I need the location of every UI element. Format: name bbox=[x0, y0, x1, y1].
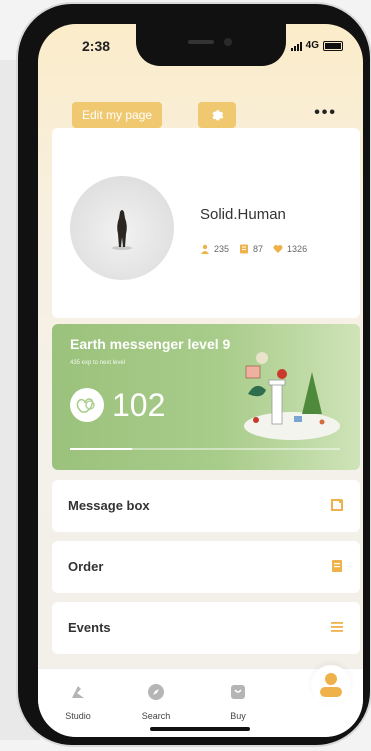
more-menu-button[interactable]: ••• bbox=[314, 104, 337, 122]
status-time: 2:38 bbox=[82, 38, 111, 54]
tab-label: Buy bbox=[230, 711, 246, 721]
notch bbox=[136, 24, 286, 66]
signal-icon bbox=[290, 41, 302, 51]
list-icon bbox=[331, 622, 343, 632]
compass-icon bbox=[148, 684, 164, 700]
posts-stat[interactable]: 87 bbox=[239, 244, 263, 254]
posts-count: 87 bbox=[253, 244, 264, 254]
gear-icon bbox=[212, 110, 224, 121]
camera bbox=[224, 38, 232, 46]
studio-icon bbox=[72, 686, 84, 698]
home-indicator bbox=[150, 727, 250, 731]
phone-frame: 2:38 4G Edit my page ••• Solid.Human 235… bbox=[18, 4, 370, 745]
followers-count: 235 bbox=[214, 244, 230, 254]
order-icon bbox=[332, 560, 342, 572]
tab-bar: Studio Search Buy bbox=[38, 665, 363, 737]
speaker bbox=[188, 40, 214, 44]
network-label: 4G bbox=[305, 40, 319, 51]
edit-my-page-button[interactable]: Edit my page bbox=[72, 102, 163, 128]
person-icon bbox=[320, 673, 342, 697]
level-progress-fill bbox=[70, 448, 133, 450]
person-figure-image bbox=[112, 210, 132, 250]
likes-count: 1326 bbox=[287, 244, 308, 254]
person-icon bbox=[201, 244, 209, 254]
followers-stat[interactable]: 235 bbox=[200, 244, 229, 254]
menu-item-label: Order bbox=[68, 559, 104, 574]
profile-card: Solid.Human 235 87 1326 bbox=[52, 128, 360, 318]
level-score: 102 bbox=[112, 387, 166, 423]
status-icons: 4G bbox=[290, 40, 343, 51]
message-icon bbox=[331, 499, 343, 511]
profile-stats: 235 87 1326 bbox=[200, 244, 307, 254]
level-progress-bar bbox=[70, 448, 340, 450]
heart-icon bbox=[273, 245, 283, 253]
battery-icon bbox=[323, 40, 343, 51]
phone-screen: 2:38 4G Edit my page ••• Solid.Human 235… bbox=[38, 24, 363, 737]
likes-stat[interactable]: 1326 bbox=[273, 244, 307, 254]
username: Solid.Human bbox=[200, 206, 286, 223]
menu-item-label: Message box bbox=[68, 498, 150, 513]
tab-studio[interactable]: Studio bbox=[48, 683, 108, 721]
tab-search[interactable]: Search bbox=[126, 683, 186, 721]
tab-label: Search bbox=[141, 711, 171, 721]
menu-item-events[interactable]: Events bbox=[52, 602, 360, 654]
book-icon bbox=[240, 244, 249, 254]
level-title: Earth messenger level 9 bbox=[70, 336, 231, 352]
tab-buy[interactable]: Buy bbox=[208, 683, 268, 721]
menu-item-order[interactable]: Order bbox=[52, 541, 360, 593]
garden-illustration bbox=[232, 344, 342, 444]
menu-item-message-box[interactable]: Message box bbox=[52, 480, 360, 532]
level-card[interactable]: Earth messenger level 9 435 exp to next … bbox=[52, 324, 360, 470]
earth-badge-icon bbox=[70, 388, 104, 422]
settings-button[interactable] bbox=[198, 102, 236, 128]
avatar[interactable] bbox=[70, 176, 174, 280]
level-subtitle: 435 exp to next level bbox=[70, 360, 126, 366]
tab-me[interactable] bbox=[311, 665, 351, 705]
tab-label: Studio bbox=[65, 711, 91, 721]
bag-icon bbox=[231, 685, 245, 699]
menu-item-label: Events bbox=[68, 620, 111, 635]
